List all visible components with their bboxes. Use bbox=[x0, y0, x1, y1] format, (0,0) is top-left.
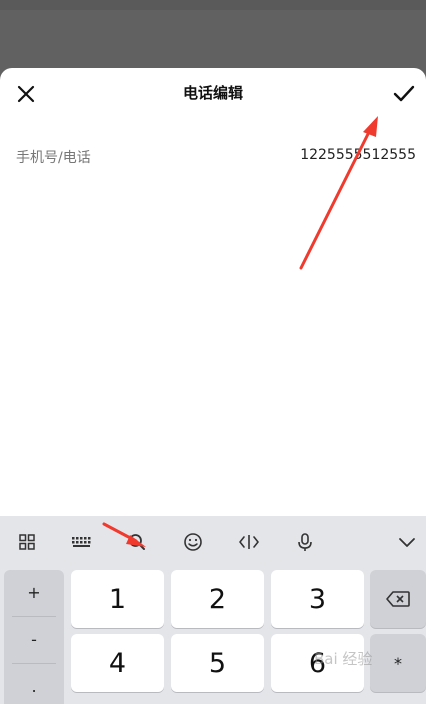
cursor-icon[interactable] bbox=[235, 528, 263, 556]
keyboard-icon[interactable] bbox=[67, 528, 95, 556]
search-icon[interactable] bbox=[123, 528, 151, 556]
backspace-icon bbox=[386, 591, 410, 607]
phone-edit-sheet: 电话编辑 手机号/电话 1225555512555 + - . 1 2 3 4 … bbox=[0, 68, 426, 704]
key-5[interactable]: 5 bbox=[171, 634, 264, 692]
dot-key[interactable]: . bbox=[4, 664, 64, 704]
chevron-down-icon[interactable] bbox=[393, 528, 421, 556]
numeric-keyboard: + - . 1 2 3 4 5 6 * bbox=[0, 516, 426, 704]
delete-key[interactable] bbox=[370, 570, 426, 628]
plus-key[interactable]: + bbox=[4, 570, 64, 615]
phone-field-row: 手机号/电话 bbox=[0, 138, 426, 172]
phone-input[interactable] bbox=[216, 144, 416, 166]
grid-icon[interactable] bbox=[13, 528, 41, 556]
watermark: Bai 经验 bbox=[314, 650, 373, 668]
minus-key[interactable]: - bbox=[4, 617, 64, 662]
key-1[interactable]: 1 bbox=[71, 570, 164, 628]
header: 电话编辑 bbox=[0, 68, 426, 118]
page-title: 电话编辑 bbox=[182, 84, 243, 102]
microphone-icon[interactable] bbox=[291, 528, 319, 556]
symbol-column: + - . bbox=[4, 570, 64, 704]
confirm-button[interactable] bbox=[386, 76, 422, 112]
status-bar bbox=[0, 0, 426, 10]
keyboard-toolbar bbox=[0, 516, 426, 566]
key-2[interactable]: 2 bbox=[171, 570, 264, 628]
emoji-icon[interactable] bbox=[179, 528, 207, 556]
checkmark-icon bbox=[393, 85, 415, 102]
key-3[interactable]: 3 bbox=[271, 570, 364, 628]
star-key[interactable]: * bbox=[370, 634, 426, 692]
key-4[interactable]: 4 bbox=[71, 634, 164, 692]
phone-field-label: 手机号/电话 bbox=[16, 150, 91, 166]
